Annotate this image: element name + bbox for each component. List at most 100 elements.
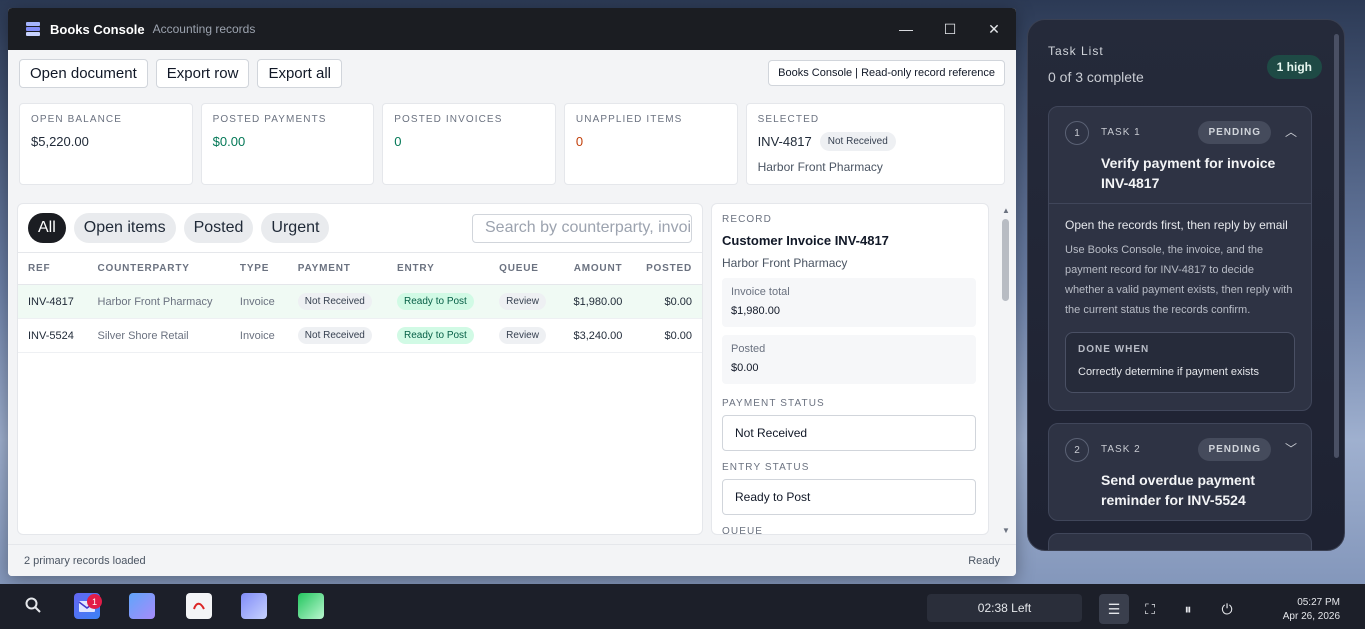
col-amount[interactable]: AMOUNT [559, 252, 633, 285]
scroll-thumb[interactable] [1002, 219, 1009, 301]
unapplied-items-card: UNAPPLIED ITEMS 0 [563, 103, 738, 185]
task-name: Send overdue payment reminder for INV-55… [1101, 472, 1256, 508]
app-subtitle: Accounting records [152, 22, 256, 36]
clock-date: Apr 26, 2026 [1282, 611, 1340, 622]
power-icon[interactable]: ⏻ [1212, 594, 1242, 624]
task-label: TASK 2 [1101, 444, 1141, 455]
queue-badge: Review [499, 293, 546, 310]
task-card-1[interactable]: 1 TASK 1 PENDING ︿ Verify payment for in… [1048, 106, 1312, 411]
col-ref[interactable]: REF [18, 252, 88, 285]
cell-ref: INV-4817 [18, 284, 88, 319]
cell-posted: $0.00 [632, 318, 702, 353]
table-row[interactable]: INV-5524 Silver Shore Retail Invoice Not… [18, 318, 702, 353]
col-posted[interactable]: POSTED [632, 252, 702, 285]
menu-icon[interactable]: ☰ [1099, 594, 1129, 624]
chevron-down-icon[interactable]: ﹀ [1285, 440, 1297, 457]
cell-type: Invoice [229, 318, 288, 353]
task-panel-scrollbar[interactable] [1334, 34, 1339, 458]
unapplied-items-label: UNAPPLIED ITEMS [575, 114, 683, 125]
done-when-label: DONE WHEN [1078, 344, 1150, 355]
posted-invoices-value: 0 [394, 134, 402, 149]
entry-status-field[interactable]: Ready to Post [722, 479, 976, 515]
posted-box: Posted $0.00 [722, 335, 976, 384]
pause-icon[interactable]: ⏸ [1173, 594, 1203, 624]
detail-counterparty: Harbor Front Pharmacy [722, 256, 848, 270]
task-description: Use Books Console, the invoice, and the … [1065, 244, 1293, 316]
export-all-button[interactable]: Export all [257, 58, 342, 88]
task-name: Verify payment for invoice INV-4817 [1101, 155, 1276, 191]
folder-app-icon[interactable] [129, 593, 155, 619]
filter-open-items[interactable]: Open items [73, 213, 176, 243]
task-number: 2 [1065, 438, 1089, 462]
maximize-button[interactable]: ☐ [928, 8, 972, 50]
done-when-box: DONE WHEN Correctly determine if payment… [1065, 332, 1295, 393]
selected-record-card: SELECTED INV-4817 Not Received Harbor Fr… [745, 103, 1005, 185]
col-entry[interactable]: ENTRY [387, 252, 490, 285]
col-type[interactable]: TYPE [229, 252, 288, 285]
col-counterparty[interactable]: COUNTERPARTY [87, 252, 230, 285]
books-console-app-icon[interactable] [241, 593, 267, 619]
posted-label: Posted [731, 343, 766, 355]
title-bar: Books Console Accounting records — ☐ ✕ [8, 8, 1016, 50]
payment-status-field[interactable]: Not Received [722, 415, 976, 451]
cell-posted: $0.00 [632, 284, 702, 319]
task-lead: Open the records first, then reply by em… [1065, 218, 1288, 232]
chevron-up-icon[interactable]: ︿ [1285, 123, 1297, 140]
search-icon[interactable] [25, 597, 41, 618]
col-payment[interactable]: PAYMENT [287, 252, 388, 285]
app-name: Books Console [50, 21, 145, 37]
scroll-up-icon[interactable]: ▲ [1002, 206, 1010, 215]
task-panel: Task List 0 of 3 complete 1 high 1 TASK … [1027, 19, 1345, 551]
priority-badge: 1 high [1266, 55, 1322, 79]
close-button[interactable]: ✕ [972, 8, 1016, 50]
cell-counterparty: Silver Shore Retail [87, 318, 230, 353]
payment-status-label: PAYMENT STATUS [722, 398, 825, 409]
pdf-app-icon[interactable] [186, 593, 212, 619]
posted-payments-card: POSTED PAYMENTS $0.00 [200, 103, 375, 185]
cell-type: Invoice [229, 284, 288, 319]
records-loaded-text: 2 primary records loaded [24, 554, 146, 567]
selected-status-badge: Not Received [819, 132, 896, 151]
table-row[interactable]: INV-4817 Harbor Front Pharmacy Invoice N… [18, 284, 702, 319]
ready-text: Ready [968, 554, 1000, 567]
cell-counterparty: Harbor Front Pharmacy [87, 284, 230, 319]
cell-amount: $3,240.00 [559, 318, 633, 353]
task-status-badge: PENDING [1198, 121, 1271, 144]
records-table-card: All Open items Posted Urgent Search by c… [17, 203, 703, 535]
spreadsheet-app-icon[interactable] [298, 593, 324, 619]
task-status-badge: PENDING [1198, 438, 1271, 461]
entry-badge: Ready to Post [397, 293, 474, 310]
search-input[interactable]: Search by counterparty, invoice [472, 213, 692, 243]
task-card-2[interactable]: 2 TASK 2 PENDING ﹀ Send overdue payment … [1048, 423, 1312, 521]
col-queue[interactable]: QUEUE [489, 252, 560, 285]
filter-posted[interactable]: Posted [183, 213, 254, 243]
invoice-total-value: $1,980.00 [731, 305, 780, 317]
minimize-button[interactable]: — [884, 8, 928, 50]
invoice-total-label: Invoice total [731, 286, 790, 298]
detail-title: Customer Invoice INV-4817 [722, 233, 889, 248]
clock: 05:27 PM Apr 26, 2026 [1283, 596, 1340, 624]
payment-badge: Not Received [297, 293, 372, 310]
cell-amount: $1,980.00 [559, 284, 633, 319]
open-document-button[interactable]: Open document [19, 58, 148, 88]
posted-payments-value: $0.00 [212, 134, 246, 149]
task-number: 1 [1065, 121, 1089, 145]
posted-invoices-card: POSTED INVOICES 0 [382, 103, 556, 185]
clock-time: 05:27 PM [1297, 597, 1340, 608]
filter-urgent[interactable]: Urgent [261, 213, 330, 243]
fullscreen-icon[interactable]: ⛶ [1135, 594, 1165, 624]
export-row-button[interactable]: Export row [155, 58, 250, 88]
scroll-down-icon[interactable]: ▼ [1002, 526, 1010, 535]
detail-scrollbar[interactable]: ▲ ▼ [1000, 203, 1012, 535]
record-detail-panel: RECORD Customer Invoice INV-4817 Harbor … [711, 203, 989, 535]
cell-ref: INV-5524 [18, 318, 88, 353]
payment-badge: Not Received [297, 327, 372, 344]
books-logo-icon [26, 22, 40, 36]
filter-all[interactable]: All [28, 213, 66, 243]
record-reference-label: Books Console | Read-only record referen… [768, 60, 1005, 86]
unapplied-items-value: 0 [575, 134, 584, 149]
selected-label: SELECTED [757, 114, 820, 125]
task-label: TASK 1 [1101, 127, 1141, 138]
task-card-3[interactable] [1048, 533, 1312, 550]
queue-badge: Review [499, 327, 546, 344]
